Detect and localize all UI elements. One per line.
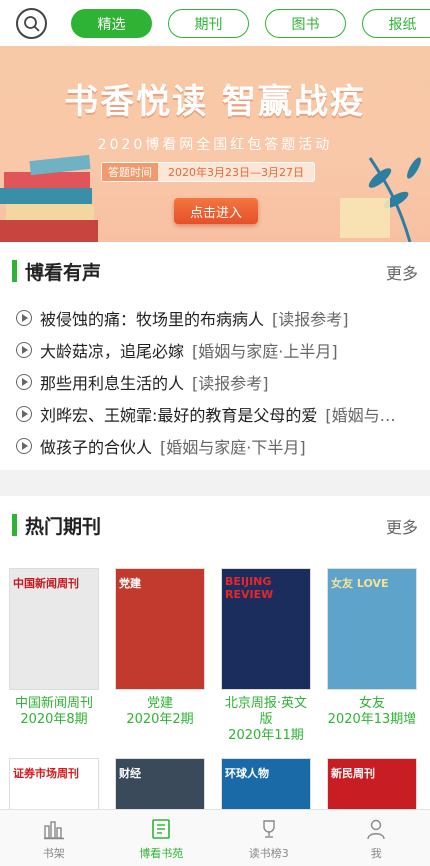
item-title: 做孩子的合伙人 [40,438,153,457]
audio-section: 博看有声 更多 被侵蚀的痛：牧场里的布病病人 [读报参考] 大龄菇凉，追尾必嫁 [婚… [0,242,430,470]
trophy-icon [263,820,275,838]
cover-title: 党建 [119,577,141,590]
list-item[interactable]: 刘晔宏、王婉霏:最好的教育是父母的爱 [婚姻与… [16,398,416,430]
section-header: 热门期刊 更多 [12,510,418,540]
item-title: 刘晔宏、王婉霏:最好的教育是父母的爱 [40,406,318,425]
list-item[interactable]: 那些用利息生活的人 [读报参考] [16,366,416,398]
magazine-cover: 女友 LOVE [327,568,417,690]
cover-title: 环球人物 [225,767,269,780]
play-icon [16,374,32,390]
item-title: 大龄菇凉，追尾必嫁 [40,342,185,361]
magazine-cover: 证券市场周刊 [9,758,99,809]
bookshelf-icon [43,821,64,840]
book-icon [152,819,171,839]
cover-title: 财经 [119,767,141,780]
top-nav: 精选 期刊 图书 报纸 [0,0,430,46]
date-value: 2020年3月23日—3月27日 [168,166,304,179]
list-item[interactable]: 大龄菇凉，追尾必嫁 [婚姻与家庭·上半月] [16,334,416,366]
item-source: [婚姻与家庭·上半月] [192,342,338,361]
item-title: 被侵蚀的痛：牧场里的布病病人 [40,310,265,329]
user-icon [367,819,385,840]
magazine-item[interactable]: 女友 LOVE 女友 2020年13期增 [327,568,417,728]
magazine-cover: 新民周刊 [327,758,417,809]
banner-title: 书香悦读 智赢战疫 [64,82,366,122]
magazine-item[interactable]: 环球人物 [221,758,311,809]
search-button[interactable] [16,8,47,39]
magazine-cover: 党建 [115,568,205,690]
list-item[interactable]: 做孩子的合伙人 [婚姻与家庭·下半月] [16,430,416,462]
magazine-issue: 2020年8期 [20,712,88,727]
promo-banner[interactable]: 书香悦读 智赢战疫 2020博看网全国红包答题活动 答题时间 2020年3月23… [0,46,430,242]
banner-subtitle: 2020博看网全国红包答题活动 [97,137,333,153]
more-link[interactable]: 更多 [386,514,418,538]
magazine-cover: 财经 [115,758,205,809]
magazine-item[interactable]: 中国新闻周刊 中国新闻周刊 2020年8期 [9,568,99,728]
item-source: [婚姻与家庭·下半月] [160,438,306,457]
play-icon [16,438,32,454]
more-link[interactable]: 更多 [386,260,418,284]
nav-me[interactable]: 我 [323,810,430,866]
nav-label: 读书榜3 [248,847,289,860]
section-accent-bar [12,260,17,282]
magazine-name: 中国新闻周刊 [14,696,93,711]
magazine-item[interactable]: 财经 [115,758,205,809]
tab-newspapers[interactable]: 报纸 [362,9,430,38]
cover-title: 证券市场周刊 [13,767,79,780]
bottom-nav: 书架 博看书苑 读书榜3 我 [0,809,430,866]
nav-label: 我 [370,847,382,860]
tab-periodicals[interactable]: 期刊 [168,9,249,38]
magazine-issue: 2020年13期增 [327,712,417,727]
nav-bookstore[interactable]: 博看书苑 [108,810,216,866]
enter-button[interactable]: 点击进入 [174,198,258,224]
magazine-cover: 中国新闻周刊 [9,568,99,690]
nav-label: 博看书苑 [139,847,184,860]
nav-bookshelf[interactable]: 书架 [0,810,108,866]
cover-title: 新民周刊 [331,767,375,780]
list-item[interactable]: 被侵蚀的痛：牧场里的布病病人 [读报参考] [16,302,416,334]
play-icon [16,310,32,326]
section-title: 博看有声 [25,262,102,284]
item-title: 那些用利息生活的人 [40,374,185,393]
magazine-section: 热门期刊 更多 中国新闻周刊 中国新闻周刊 2020年8期 党建 党建 2020… [0,496,430,809]
category-tabs: 精选 期刊 图书 报纸 [71,9,430,38]
date-label: 答题时间 [102,163,158,181]
play-icon [16,406,32,422]
item-source: [读报参考] [192,374,269,393]
magazine-cover: 环球人物 [221,758,311,809]
magazine-item[interactable]: 证券市场周刊 [9,758,99,809]
magazine-name: 北京周报·英文版 [224,696,308,727]
item-source: [婚姻与… [325,406,396,425]
magazine-cover: BEIJING REVIEW [221,568,311,690]
section-header: 博看有声 更多 [12,256,418,286]
nav-reading-rank[interactable]: 读书榜3 [215,810,323,866]
tab-books[interactable]: 图书 [265,9,346,38]
search-icon [23,15,40,32]
banner-date: 答题时间 2020年3月23日—3月27日 [101,162,315,182]
item-source: [读报参考] [272,310,349,329]
play-icon [16,342,32,358]
section-accent-bar [12,514,17,536]
cover-title: 女友 LOVE [331,577,389,590]
section-title: 热门期刊 [25,516,102,538]
magazine-item[interactable]: 党建 党建 2020年2期 [115,568,205,728]
magazine-issue: 2020年2期 [126,712,194,727]
magazine-name: 党建 [146,696,173,711]
magazine-issue: 2020年11期 [228,728,304,743]
cover-title: BEIJING REVIEW [225,575,274,601]
cover-title: 中国新闻周刊 [13,577,79,590]
audio-list: 被侵蚀的痛：牧场里的布病病人 [读报参考] 大龄菇凉，追尾必嫁 [婚姻与家庭·上半月… [16,302,416,462]
magazine-item[interactable]: 新民周刊 [327,758,417,809]
magazine-item[interactable]: BEIJING REVIEW 北京周报·英文版 2020年11期 [221,568,311,744]
magazine-name: 女友 [358,696,385,711]
tab-featured[interactable]: 精选 [71,9,152,38]
nav-label: 书架 [42,847,65,860]
